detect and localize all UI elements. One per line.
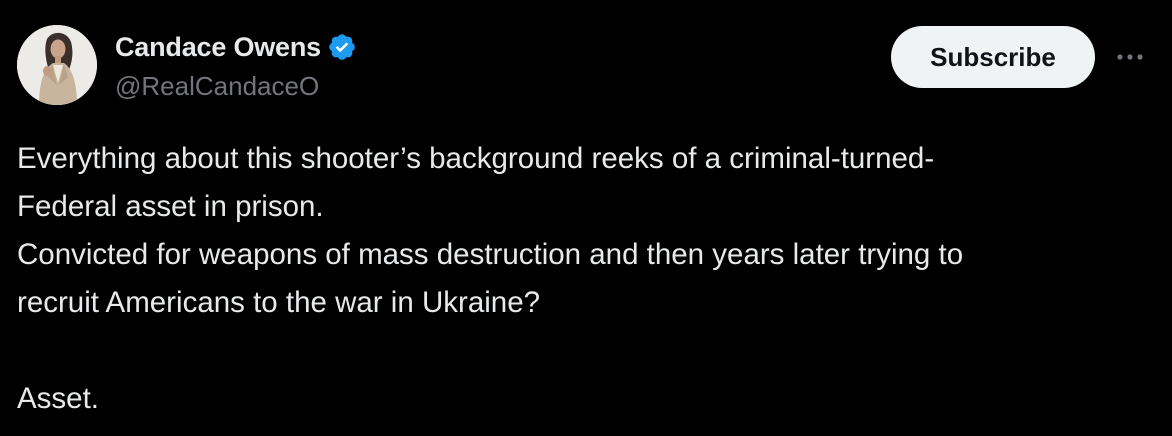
author-display-name[interactable]: Candace Owens	[115, 32, 321, 63]
more-options-icon[interactable]	[1112, 42, 1148, 72]
tweet-text-line: Federal asset in prison.	[17, 190, 324, 223]
tweet-text: Everything about this shooter’s backgrou…	[17, 135, 1157, 423]
subscribe-button[interactable]: Subscribe	[891, 26, 1095, 88]
verified-badge-icon[interactable]	[327, 32, 357, 62]
tweet-text-line: Everything about this shooter’s backgrou…	[17, 142, 935, 175]
tweet-text-line: recruit Americans to the war in Ukraine?	[17, 286, 541, 319]
avatar-photo	[17, 25, 97, 105]
author-name-row: Candace Owens	[115, 30, 357, 64]
avatar[interactable]	[17, 25, 97, 105]
tweet-card: Candace Owens @RealCandaceO Subscribe Ev…	[0, 0, 1172, 436]
tweet-text-blank-line	[17, 327, 1157, 375]
tweet-text-line: Asset.	[17, 382, 99, 415]
tweet-text-line: Convicted for weapons of mass destructio…	[17, 238, 964, 271]
author-handle[interactable]: @RealCandaceO	[115, 71, 319, 102]
